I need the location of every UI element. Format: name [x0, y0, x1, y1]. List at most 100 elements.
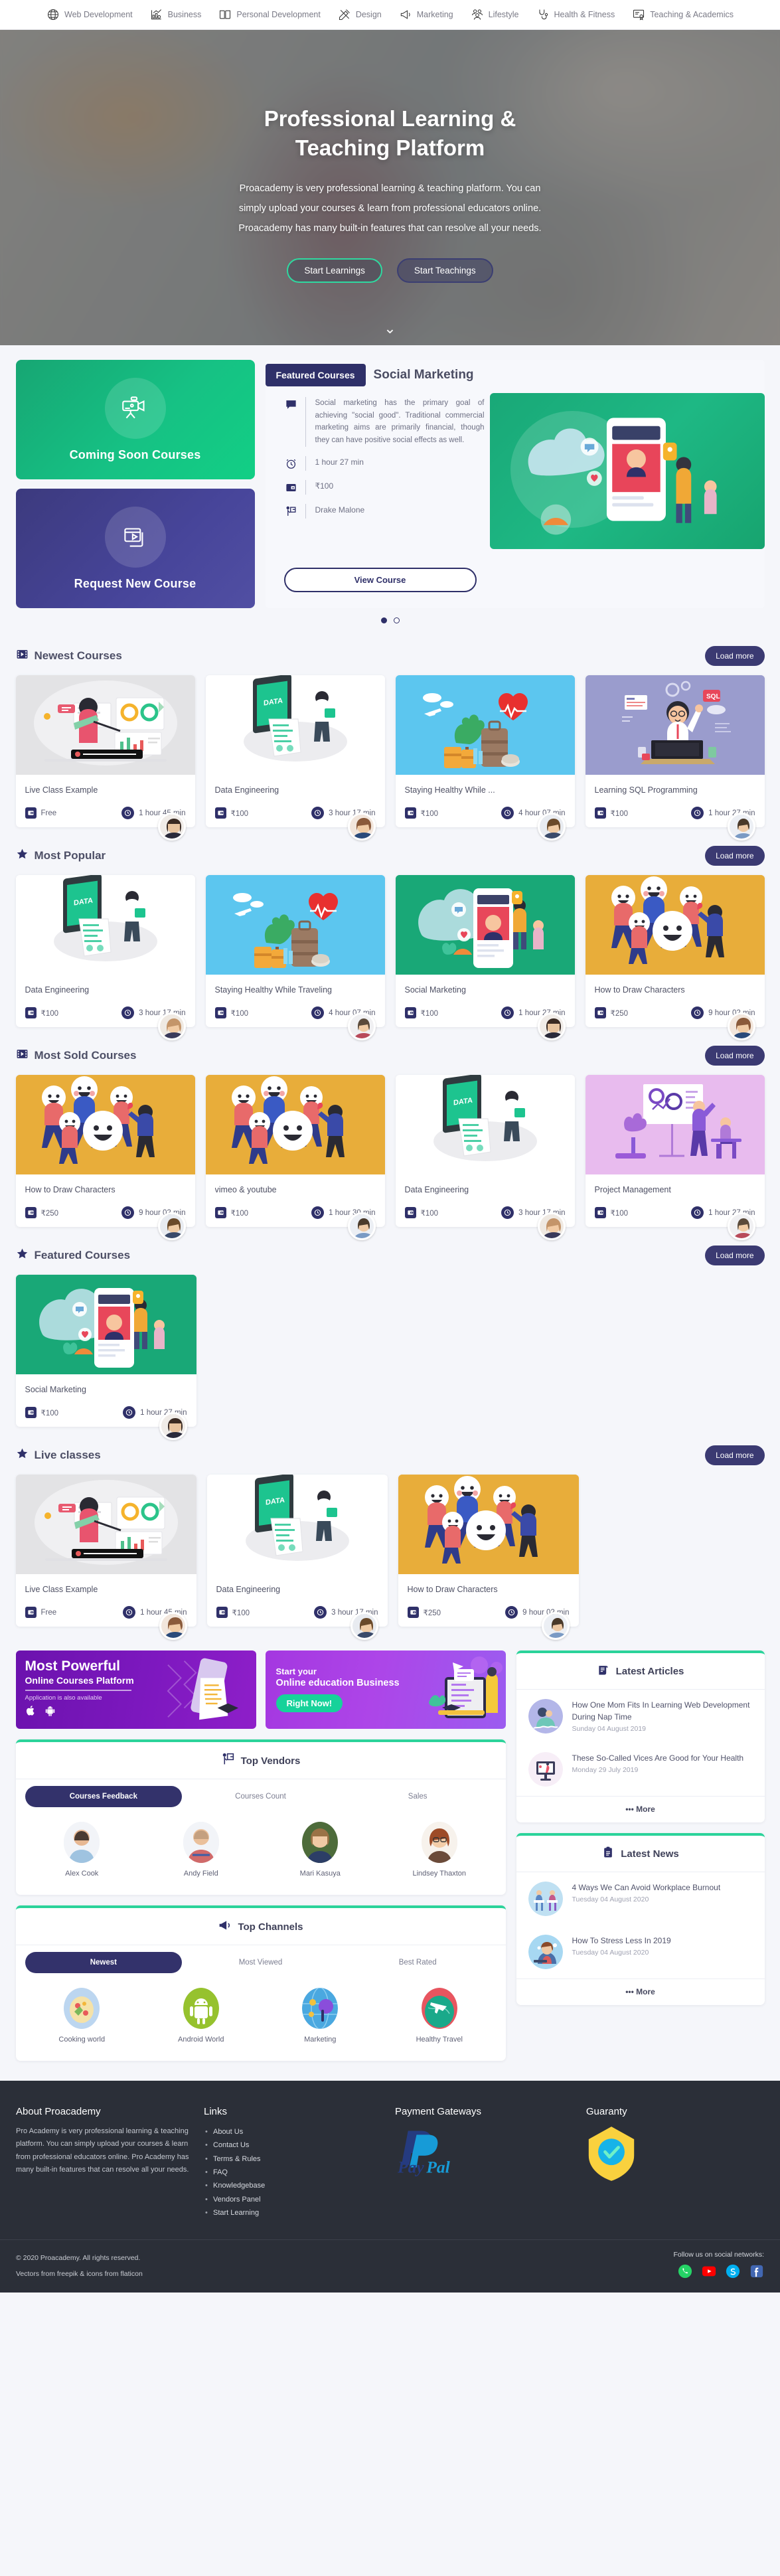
- footer-link[interactable]: Contact Us: [204, 2138, 395, 2152]
- load-more-button-live[interactable]: Load more: [705, 1445, 765, 1465]
- start-teachings-button[interactable]: Start Teachings: [396, 258, 493, 283]
- course-card[interactable]: Staying Healthy While ... ₹100 4 hour 07…: [395, 675, 575, 841]
- course-card[interactable]: How to Draw Characters ₹250 9 hour 02 mi…: [585, 875, 765, 1040]
- course-card[interactable]: vimeo & youtube ₹100 1 hour 30 min: [205, 1075, 385, 1240]
- tab-best-rated[interactable]: Best Rated: [339, 1952, 497, 1973]
- course-price-value: ₹100: [40, 1409, 59, 1417]
- course-name: How to Draw Characters: [25, 1185, 116, 1194]
- skype-icon[interactable]: [726, 2264, 740, 2279]
- tab-courses-feedback[interactable]: Courses Feedback: [25, 1786, 183, 1807]
- avatar: [183, 1822, 219, 1863]
- article-date: Sunday 04 August 2019: [572, 1725, 647, 1733]
- course-card[interactable]: Social Marketing ₹100 1 hour 27 min: [395, 875, 575, 1040]
- category-web-development[interactable]: Web Development: [46, 8, 133, 21]
- course-card[interactable]: DATA Data Engineering ₹100 3 hour 17 min: [205, 675, 385, 841]
- tab-sales[interactable]: Sales: [339, 1786, 497, 1807]
- footer-link[interactable]: FAQ: [204, 2166, 395, 2180]
- vendor-name: Alex Cook: [65, 1870, 99, 1878]
- course-card[interactable]: DATA Data Engineering ₹100 3 hour 17 min: [15, 875, 195, 1040]
- category-label: Marketing: [416, 10, 453, 19]
- category-personal-development[interactable]: Personal Development: [218, 8, 321, 21]
- carousel-dot-2[interactable]: [393, 617, 400, 623]
- vendor-item[interactable]: Mari Kasuya: [261, 1822, 380, 1878]
- category-business[interactable]: Business: [150, 8, 201, 21]
- article-item[interactable]: These So-Called Vices Are Good for Your …: [516, 1743, 765, 1796]
- course-price: Free: [25, 807, 56, 819]
- course-card[interactable]: DATA Data Engineering ₹100 3 hour 17 min: [395, 1075, 575, 1240]
- carousel-dot-1[interactable]: [380, 617, 387, 623]
- start-learnings-button[interactable]: Start Learnings: [287, 258, 382, 283]
- article-item[interactable]: How One Mom Fits In Learning Web Develop…: [516, 1690, 765, 1743]
- course-name: Staying Healthy While Traveling: [214, 985, 332, 995]
- channel-item[interactable]: Cooking world: [23, 1988, 142, 2044]
- section-title-group: Most Sold Courses: [16, 1048, 136, 1064]
- megaphone-icon: [218, 1918, 232, 1935]
- whatsapp-icon[interactable]: [678, 2264, 692, 2279]
- promo-label: Coming Soon Courses: [69, 447, 201, 461]
- news-item[interactable]: 4 Ways We Can Avoid Workplace Burnout Tu…: [516, 1872, 765, 1925]
- news-more-button[interactable]: ••• More: [516, 1978, 765, 2005]
- category-design[interactable]: Design: [338, 8, 382, 21]
- banner-most-powerful[interactable]: Most Powerful Online Courses Platform Ap…: [15, 1650, 256, 1729]
- course-card[interactable]: Live Class Example Free 1 hour 45 min: [15, 1475, 196, 1640]
- banner-start-business[interactable]: Start your Online education Business Rig…: [265, 1650, 506, 1729]
- hero-title: Professional Learning & Teaching Platfor…: [0, 104, 780, 162]
- vendor-item[interactable]: Andy Field: [141, 1822, 261, 1878]
- course-thumbnail: [585, 1075, 765, 1174]
- youtube-icon[interactable]: [702, 2264, 716, 2279]
- footer-link[interactable]: Knowledgebase: [204, 2179, 395, 2193]
- course-card[interactable]: Live Class Example Free 1 hour 45 min: [15, 675, 195, 841]
- footer-links-title: Links: [203, 2106, 228, 2117]
- course-card[interactable]: Project Management ₹100 1 hour 27 min: [585, 1075, 765, 1240]
- right-now-button[interactable]: Right Now!: [275, 1694, 343, 1712]
- channel-item[interactable]: Marketing: [261, 1988, 380, 2044]
- course-price-value: ₹250: [40, 1209, 59, 1218]
- hero-buttons: Start Learnings Start Teachings: [0, 258, 780, 283]
- vendor-item[interactable]: Alex Cook: [23, 1822, 142, 1878]
- channel-item[interactable]: Healthy Travel: [380, 1988, 499, 2044]
- course-name: Live Class Example: [25, 1585, 98, 1594]
- load-more-button-featuredsec[interactable]: Load more: [705, 1246, 765, 1265]
- course-card[interactable]: How to Draw Characters ₹250 9 hour 02 mi…: [15, 1075, 195, 1240]
- articles-more-button[interactable]: ••• More: [516, 1796, 765, 1822]
- request-new-course-card[interactable]: Request New Course: [15, 489, 255, 608]
- course-price: ₹100: [594, 807, 628, 819]
- featured-courses-tab[interactable]: Featured Courses: [265, 364, 366, 386]
- load-more-button-newest[interactable]: Load more: [705, 646, 765, 666]
- vendor-item[interactable]: Lindsey Thaxton: [380, 1822, 499, 1878]
- course-card[interactable]: SQL Learning SQL Programming ₹100 1 hour…: [585, 675, 765, 841]
- clock-icon: [121, 1006, 135, 1019]
- instructor-avatar: [347, 813, 376, 841]
- course-card[interactable]: Social Marketing ₹100 1 hour 27 min: [15, 1275, 196, 1440]
- footer-link[interactable]: Vendors Panel: [204, 2193, 395, 2207]
- category-lifestyle[interactable]: Lifestyle: [471, 8, 519, 21]
- wallet-icon: [25, 1207, 37, 1218]
- footer-link[interactable]: Start Learning: [204, 2206, 395, 2220]
- clock-icon: [121, 807, 135, 819]
- category-health-fitness[interactable]: Health & Fitness: [536, 8, 615, 21]
- footer-guaranty-title: Guaranty: [585, 2106, 627, 2117]
- footer-link[interactable]: About Us: [204, 2125, 395, 2139]
- coming-soon-courses-card[interactable]: Coming Soon Courses: [15, 360, 255, 479]
- channel-item[interactable]: Android World: [141, 1988, 261, 2044]
- tab-newest[interactable]: Newest: [25, 1952, 183, 1973]
- category-marketing[interactable]: Marketing: [399, 8, 453, 21]
- vendor-name: Lindsey Thaxton: [412, 1870, 467, 1878]
- site-footer: About Proacademy Pro Academy is very pro…: [0, 2081, 780, 2293]
- category-teaching-academics[interactable]: Teaching & Academics: [632, 8, 734, 21]
- category-label: Personal Development: [236, 10, 321, 19]
- load-more-button-sold[interactable]: Load more: [705, 1046, 765, 1066]
- chevron-down-icon[interactable]: ⌄: [384, 320, 396, 337]
- news-item[interactable]: How To Stress Less In 2019 Tuesday 04 Au…: [516, 1925, 765, 1978]
- course-card[interactable]: Staying Healthy While Traveling ₹100 4 h…: [205, 875, 385, 1040]
- course-thumbnail: [585, 875, 765, 975]
- tab-most-viewed[interactable]: Most Viewed: [182, 1952, 339, 1973]
- view-course-button[interactable]: View Course: [283, 568, 477, 592]
- course-card[interactable]: How to Draw Characters ₹250 9 hour 02 mi…: [398, 1475, 579, 1640]
- footer-link[interactable]: Terms & Rules: [204, 2152, 395, 2166]
- instructor-avatar: [541, 1612, 570, 1640]
- course-card[interactable]: DATA Data Engineering ₹100 3 hour 17 min: [206, 1475, 388, 1640]
- load-more-button-popular[interactable]: Load more: [705, 846, 765, 866]
- tab-courses-count[interactable]: Courses Count: [182, 1786, 339, 1807]
- facebook-icon[interactable]: [749, 2264, 764, 2279]
